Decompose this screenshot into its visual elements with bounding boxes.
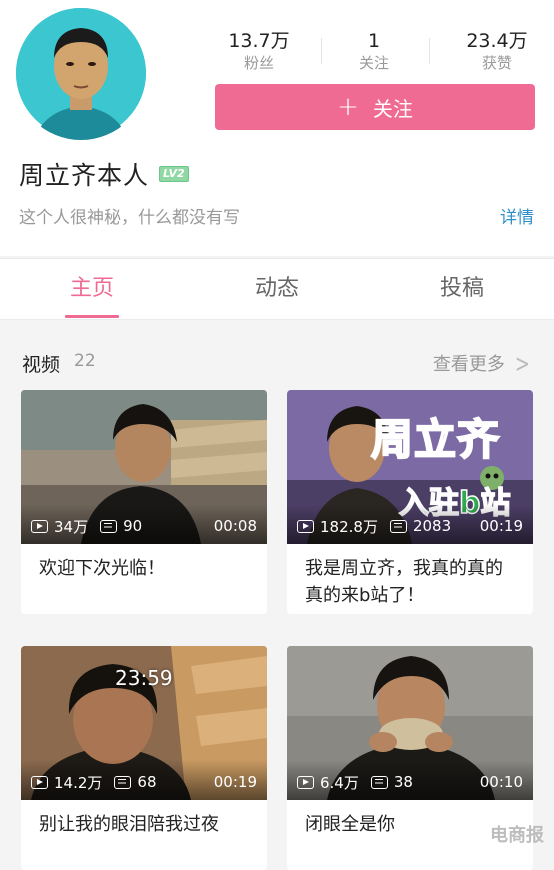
video-meta: 14.2万 68 00:19 [31,771,257,793]
view-count: 182.8万 [320,517,378,536]
stat-following[interactable]: 1 关注 [319,30,429,73]
avatar[interactable] [14,6,148,140]
thumbnail-time-overlay: 23:59 [115,666,173,690]
tab-uploads[interactable]: 投稿 [402,259,522,319]
view-count: 14.2万 [54,773,103,792]
fans-count: 13.7万 [228,30,290,52]
active-tab-indicator [65,315,119,318]
video-thumbnail: 23:59 14.2万 68 00:19 [21,646,267,800]
tab-activity[interactable]: 动态 [217,259,337,319]
danmaku-count: 38 [393,773,413,791]
video-duration: 00:19 [213,773,257,791]
video-card[interactable]: 23:59 14.2万 68 00:19 别让我的眼泪陪我过夜 [21,646,267,870]
thumbnail-title-overlay: 周立齐 [370,414,501,465]
video-meta: 182.8万 2083 00:19 [297,515,523,537]
following-label: 关注 [358,54,389,72]
follow-label: 关注 [372,96,413,121]
video-title: 我是周立齐，我真的真的真的来b站了！ [305,558,503,606]
video-card[interactable]: 34万 90 00:08 欢迎下次光临！ [21,390,267,614]
stats-bar: 13.7万 粉丝 1 关注 23.4万 获赞 [204,30,544,72]
stat-likes: 23.4万 获赞 [442,30,552,73]
play-count-icon [31,519,48,533]
see-more-label: 查看更多 [432,354,505,375]
profile-tabs: 主页 动态 投稿 [0,258,554,320]
video-meta: 6.4万 38 00:10 [297,771,523,793]
section-title: 视频 [22,354,61,376]
follow-button[interactable]: + 关注 [215,84,535,130]
username-row: 周立齐本人 LV2 [19,156,189,192]
video-duration: 00:10 [479,773,523,791]
videos-section-header: 视频 22 查看更多 > [22,345,534,379]
view-count: 34万 [54,517,89,536]
danmaku-count: 90 [123,517,143,535]
view-count: 6.4万 [320,773,359,792]
danmaku-icon [100,519,118,533]
username: 周立齐本人 [19,161,150,190]
tab-home[interactable]: 主页 [32,259,152,319]
profile-header: 13.7万 粉丝 1 关注 23.4万 获赞 + 关注 周立齐本人 LV2 这个… [0,0,554,256]
level-badge: LV2 [159,166,189,182]
see-more-link[interactable]: 查看更多 > [432,349,530,380]
danmaku-icon [370,775,388,789]
stat-divider [429,38,430,64]
danmaku-icon [114,775,132,789]
section-count: 22 [74,351,96,371]
video-thumbnail: 周立齐 入驻b站 182.8万 2083 00:19 [287,390,533,544]
fans-label: 粉丝 [243,54,274,72]
danmaku-icon [389,519,407,533]
bio-text: 这个人很神秘，什么都没有写 [19,208,240,228]
video-thumbnail: 34万 90 00:08 [21,390,267,544]
video-meta: 34万 90 00:08 [31,515,257,537]
video-duration: 00:19 [479,517,523,535]
likes-count: 23.4万 [466,30,528,52]
plus-icon: + [337,92,359,122]
chevron-right-icon: > [514,349,530,380]
danmaku-count: 2083 [412,517,452,535]
video-card[interactable]: 周立齐 入驻b站 182.8万 2083 00:19 我是周立齐，我真的真的真的… [287,390,533,614]
watermark: 电商报 [490,825,544,846]
video-thumbnail: 6.4万 38 00:10 [287,646,533,800]
video-title: 欢迎下次光临！ [39,558,165,579]
play-count-icon [297,775,314,789]
likes-label: 获赞 [481,54,512,72]
video-duration: 00:08 [213,517,257,535]
play-count-icon [31,775,48,789]
danmaku-count: 68 [137,773,157,791]
video-title: 别让我的眼泪陪我过夜 [39,814,219,835]
play-count-icon [297,519,314,533]
detail-link[interactable]: 详情 [500,203,534,228]
following-count: 1 [367,30,381,52]
stat-fans[interactable]: 13.7万 粉丝 [204,30,314,73]
